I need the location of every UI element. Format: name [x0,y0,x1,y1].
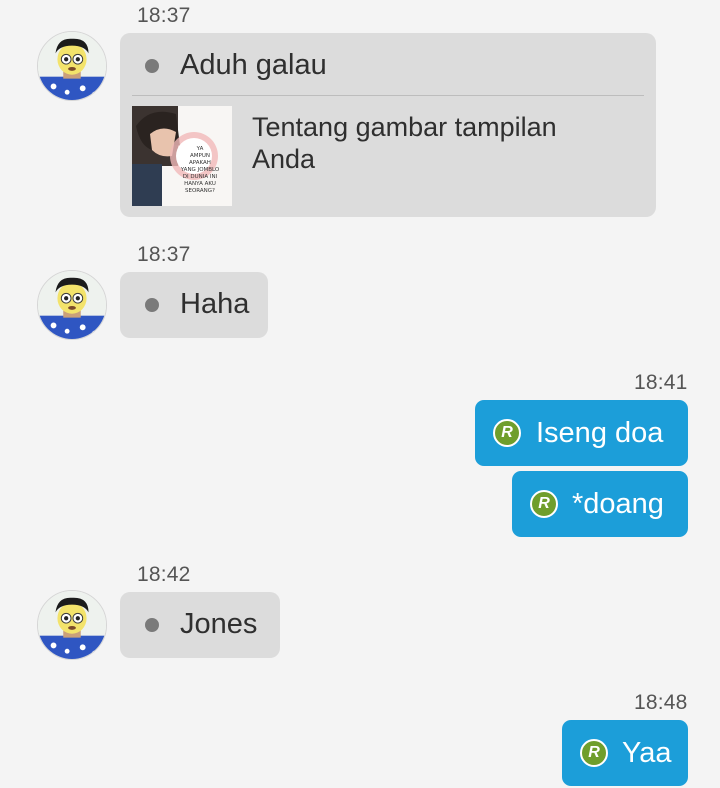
message-text: Iseng doa [536,417,664,449]
bullet-dot-icon [145,618,159,632]
message-text: Yaa [622,737,672,769]
thumbnail-caption-line: YA [196,146,204,152]
thumbnail-caption-line: YANG JOMBLO [180,167,220,173]
thumbnail-caption-line: SEORANG? [185,188,215,194]
thumbnail-caption-line: AMPUN [190,153,210,159]
link-preview-thumbnail[interactable]: YA AMPUN APAKAH YANG JOMBLO DI DUNIA INI… [132,106,232,206]
r-badge-icon: R [530,490,558,518]
message-text: *doang [572,488,664,520]
outgoing-message-bubble[interactable]: R Yaa [562,720,688,786]
r-badge-icon: R [580,739,608,767]
timestamp: 18:42 [137,563,191,586]
timestamp: 18:37 [137,4,191,27]
outgoing-message-bubble[interactable]: R *doang [512,471,688,537]
timestamp: 18:41 [634,371,688,394]
timestamp: 18:37 [137,243,191,266]
thumbnail-caption-line: APAKAH [189,160,211,166]
thumbnail-caption-line: HANYA AKU [184,181,216,187]
preview-divider [132,95,644,96]
thumbnail-caption: YA AMPUN APAKAH YANG JOMBLO DI DUNIA INI… [170,146,230,195]
thumbnail-caption-line: DI DUNIA INI [182,174,218,180]
link-preview-title[interactable]: Tentang gambar tampilan Anda [252,111,612,175]
avatar-icon[interactable] [37,270,107,340]
avatar-icon[interactable] [37,31,107,101]
avatar-icon[interactable] [37,590,107,660]
incoming-message-bubble[interactable]: Aduh galau YA AMPUN APAKAH YANG JOMBLO D… [120,33,656,217]
bullet-dot-icon [145,298,159,312]
message-text: Haha [180,288,250,320]
r-badge-icon: R [493,419,521,447]
timestamp: 18:48 [634,691,688,714]
bullet-dot-icon [145,59,159,73]
outgoing-message-bubble[interactable]: R Iseng doa [475,400,688,466]
message-text: Aduh galau [180,49,327,81]
incoming-message-bubble[interactable]: Haha [120,272,268,338]
message-text: Jones [180,608,258,640]
incoming-message-bubble[interactable]: Jones [120,592,280,658]
